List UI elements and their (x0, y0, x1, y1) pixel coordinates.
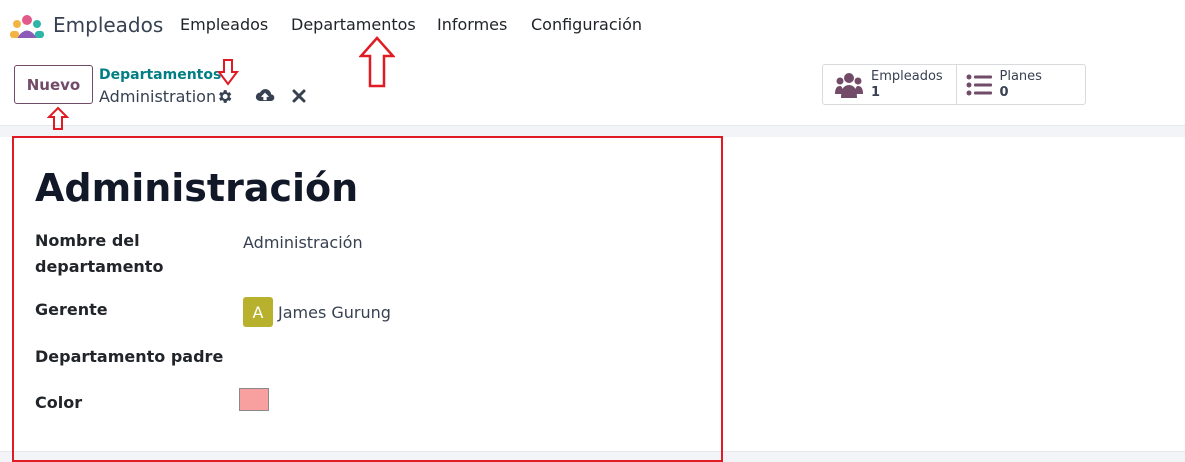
department-name-label-line1: Nombre del (35, 231, 140, 250)
employees-stat-label: Empleados (871, 68, 943, 84)
new-button[interactable]: Nuevo (14, 65, 93, 104)
manager-label: Gerente (35, 300, 108, 319)
department-name-label-line2: departamento (35, 257, 164, 276)
top-navbar: Empleados Empleados Departamentos Inform… (0, 0, 1185, 52)
breadcrumb-current: Administration (99, 87, 217, 106)
color-swatch[interactable] (239, 388, 269, 411)
manager-avatar: A (243, 297, 273, 327)
gear-icon[interactable] (216, 88, 233, 105)
employees-stat-value: 1 (871, 84, 881, 100)
menu-item-configuracion[interactable]: Configuración (531, 15, 642, 34)
department-title[interactable]: Administración (35, 166, 358, 210)
form-sheet-bottom (0, 451, 1185, 462)
control-panel-divider (0, 125, 1185, 137)
employees-stat-button[interactable]: Empleados 1 (823, 65, 956, 104)
plans-stat-value: 0 (999, 84, 1009, 100)
menu-item-departamentos[interactable]: Departamentos (291, 15, 416, 34)
breadcrumb-parent-link[interactable]: Departamentos (99, 67, 221, 83)
plans-stat-button[interactable]: Planes 0 (955, 65, 1086, 104)
department-name-field[interactable]: Administración (243, 233, 363, 252)
users-icon (835, 72, 863, 98)
app-name[interactable]: Empleados (53, 13, 163, 37)
parent-department-label: Departamento padre (35, 347, 224, 366)
close-icon[interactable] (292, 89, 306, 103)
parent-department-field[interactable] (243, 348, 543, 370)
stat-button-group: Empleados 1 Planes 0 (822, 64, 1086, 105)
color-label: Color (35, 393, 83, 412)
department-name-label: Nombre del departamento (35, 228, 163, 280)
menu-item-informes[interactable]: Informes (437, 15, 507, 34)
cloud-upload-icon[interactable] (255, 88, 275, 104)
list-icon (966, 74, 992, 95)
plans-stat-label: Planes (999, 68, 1042, 84)
manager-field[interactable]: James Gurung (278, 303, 391, 322)
app-logo-icon[interactable] (10, 14, 44, 38)
menu-item-empleados[interactable]: Empleados (180, 15, 268, 34)
